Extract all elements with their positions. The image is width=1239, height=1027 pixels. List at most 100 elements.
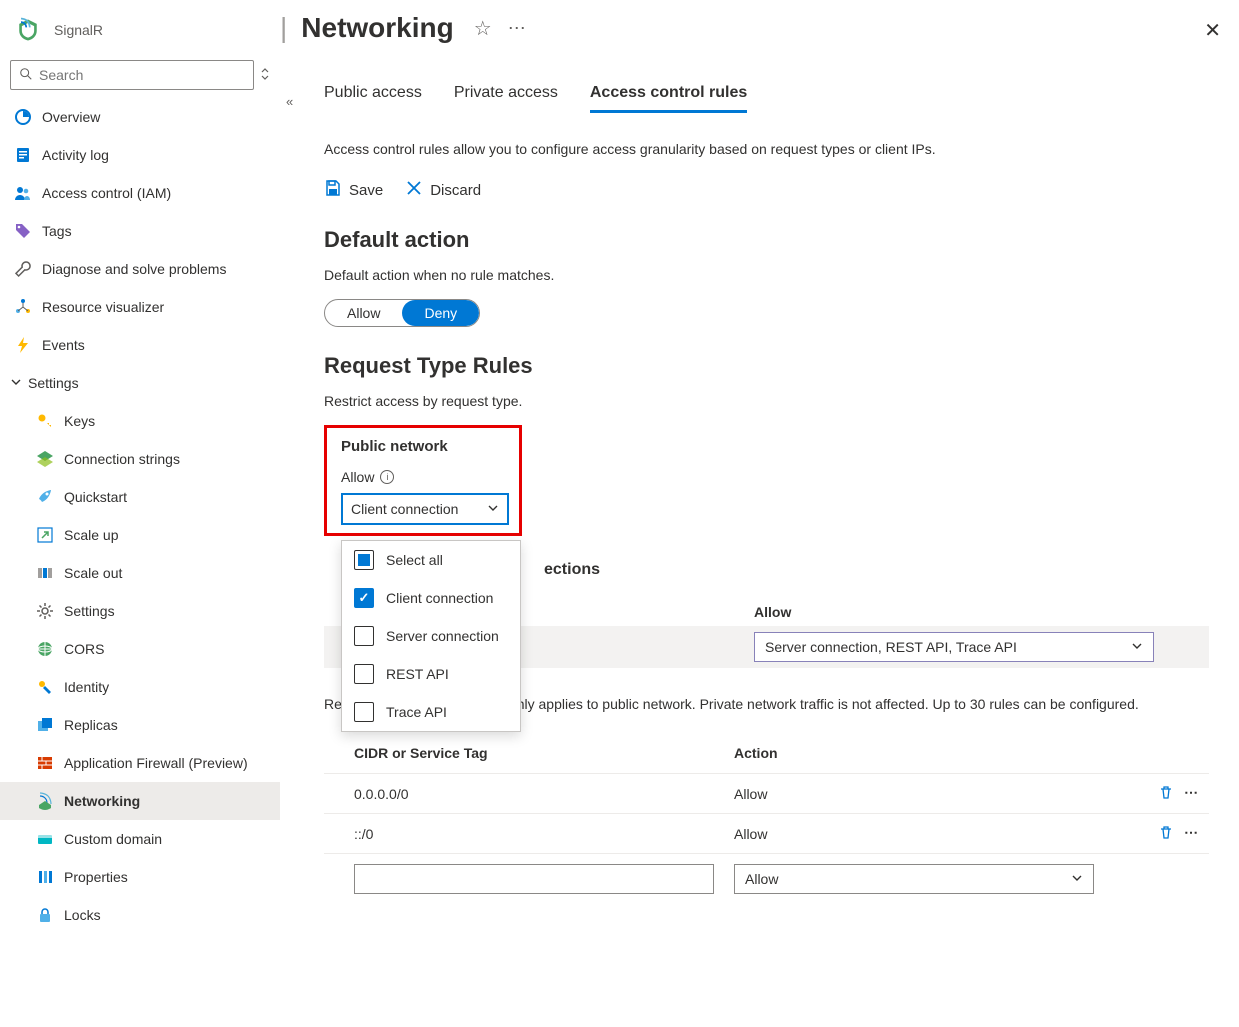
sidebar-nav[interactable]: Overview Activity log Access control (IA… <box>0 98 280 1027</box>
toggle-deny[interactable]: Deny <box>402 300 479 326</box>
id-icon <box>36 678 54 696</box>
sidebar-item-tags[interactable]: Tags <box>0 212 280 250</box>
action-select[interactable]: Allow <box>734 864 1094 894</box>
option-trace-api[interactable]: Trace API <box>342 693 520 731</box>
sidebar-item-locks[interactable]: Locks <box>0 896 280 934</box>
save-label: Save <box>349 182 383 199</box>
discard-icon <box>405 179 423 201</box>
favorite-star-icon[interactable]: ☆ <box>474 16 492 41</box>
checkbox-unchecked[interactable] <box>354 702 374 722</box>
sidebar-item-identity[interactable]: Identity <box>0 668 280 706</box>
action-value: Allow <box>734 786 1139 802</box>
cidr-value: ::/0 <box>354 826 734 842</box>
sidebar-item-diagnose[interactable]: Diagnose and solve problems <box>0 250 280 288</box>
search-icon <box>19 67 33 84</box>
sidebar-item-iam[interactable]: Access control (IAM) <box>0 174 280 212</box>
sidebar-item-scale-up[interactable]: Scale up <box>0 516 280 554</box>
sidebar-item-label: Scale up <box>64 527 118 543</box>
allow-select-private[interactable]: Server connection, REST API, Trace API <box>754 632 1154 662</box>
sidebar-item-overview[interactable]: Overview <box>0 98 280 136</box>
conn-icon <box>36 450 54 468</box>
sidebar-item-label: Replicas <box>64 717 118 733</box>
close-icon[interactable]: ✕ <box>1204 18 1221 43</box>
discard-button[interactable]: Discard <box>405 179 481 201</box>
info-icon[interactable]: i <box>380 470 394 484</box>
sidebar-item-label: Events <box>42 337 85 353</box>
option-select-all[interactable]: Select all <box>342 541 520 579</box>
obscured-text: ections <box>544 561 600 579</box>
allow-combo[interactable]: Client connection <box>341 493 509 525</box>
sidebar-item-activity-log[interactable]: Activity log <box>0 136 280 174</box>
tab-private-access[interactable]: Private access <box>454 84 558 113</box>
tab-public-access[interactable]: Public access <box>324 84 422 113</box>
scaleup-icon <box>36 526 54 544</box>
checkbox-unchecked[interactable] <box>354 664 374 684</box>
action-select-value: Allow <box>745 871 778 887</box>
cidr-value: 0.0.0.0/0 <box>354 786 734 802</box>
wrench-icon <box>14 260 32 278</box>
row-more-icon[interactable]: ⋯ <box>1184 784 1199 803</box>
public-network-label: Public network <box>341 438 505 455</box>
sidebar-item-label: Identity <box>64 679 109 695</box>
checkbox-unchecked[interactable] <box>354 626 374 646</box>
more-icon[interactable]: ⋯ <box>508 18 526 39</box>
delete-icon[interactable] <box>1158 824 1174 843</box>
sidebar-item-scale-out[interactable]: Scale out <box>0 554 280 592</box>
select-value: Server connection, REST API, Trace API <box>765 639 1017 655</box>
sidebar-item-properties[interactable]: Properties <box>0 858 280 896</box>
sidebar-item-label: Overview <box>42 109 100 125</box>
search-input[interactable] <box>39 67 245 83</box>
tag-icon <box>14 222 32 240</box>
column-allow: Allow <box>754 598 791 626</box>
sidebar-item-resource-visualizer[interactable]: Resource visualizer <box>0 288 280 326</box>
sidebar-item-label: Networking <box>64 793 140 809</box>
tab-access-control-rules[interactable]: Access control rules <box>590 84 747 113</box>
sidebar-item-connection-strings[interactable]: Connection strings <box>0 440 280 478</box>
discard-label: Discard <box>430 182 481 199</box>
row-more-icon[interactable]: ⋯ <box>1184 824 1199 843</box>
save-button[interactable]: Save <box>324 179 383 201</box>
toggle-allow[interactable]: Allow <box>325 300 402 326</box>
checkbox-indeterminate[interactable] <box>354 550 374 570</box>
search-input-wrap[interactable] <box>10 60 254 90</box>
sidebar-item-custom-domain[interactable]: Custom domain <box>0 820 280 858</box>
sidebar-item-cors[interactable]: CORS <box>0 630 280 668</box>
option-rest-api[interactable]: REST API <box>342 655 520 693</box>
sidebar-item-firewall[interactable]: Application Firewall (Preview) <box>0 744 280 782</box>
default-action-heading: Default action <box>324 227 1209 253</box>
action-value: Allow <box>734 826 1139 842</box>
people-icon <box>14 184 32 202</box>
cidr-input[interactable] <box>354 864 714 894</box>
sidebar-item-quickstart[interactable]: Quickstart <box>0 478 280 516</box>
default-action-desc: Default action when no rule matches. <box>324 267 1209 283</box>
save-icon <box>324 179 342 201</box>
replicas-icon <box>36 716 54 734</box>
default-action-toggle[interactable]: Allow Deny <box>324 299 480 327</box>
request-rules-heading: Request Type Rules <box>324 353 1209 379</box>
lightning-icon <box>14 336 32 354</box>
sidebar-item-label: Connection strings <box>64 451 180 467</box>
section-label: Settings <box>28 375 79 391</box>
sidebar-item-label: Properties <box>64 869 128 885</box>
option-client-connection[interactable]: Client connection <box>342 579 520 617</box>
intro-text: Access control rules allow you to config… <box>324 141 1209 157</box>
sidebar-item-label: Application Firewall (Preview) <box>64 755 248 771</box>
option-server-connection[interactable]: Server connection <box>342 617 520 655</box>
combo-value: Client connection <box>351 501 458 517</box>
brand-block: SignalR <box>0 0 280 60</box>
sidebar-item-keys[interactable]: Keys <box>0 402 280 440</box>
sidebar-item-settings[interactable]: Settings <box>0 592 280 630</box>
pipe-divider: | <box>280 12 287 44</box>
checkbox-checked[interactable] <box>354 588 374 608</box>
sidebar-item-events[interactable]: Events <box>0 326 280 364</box>
gear-icon <box>36 602 54 620</box>
properties-icon <box>36 868 54 886</box>
ip-row: 0.0.0.0/0 Allow ⋯ <box>324 773 1209 813</box>
sidebar-item-replicas[interactable]: Replicas <box>0 706 280 744</box>
section-settings[interactable]: Settings <box>0 364 280 402</box>
expand-updown-icon[interactable] <box>260 67 270 84</box>
delete-icon[interactable] <box>1158 784 1174 803</box>
sidebar-item-networking[interactable]: Networking <box>0 782 280 820</box>
allow-dropdown[interactable]: Select all Client connection Server conn… <box>341 540 521 732</box>
brand-label: SignalR <box>54 22 103 38</box>
